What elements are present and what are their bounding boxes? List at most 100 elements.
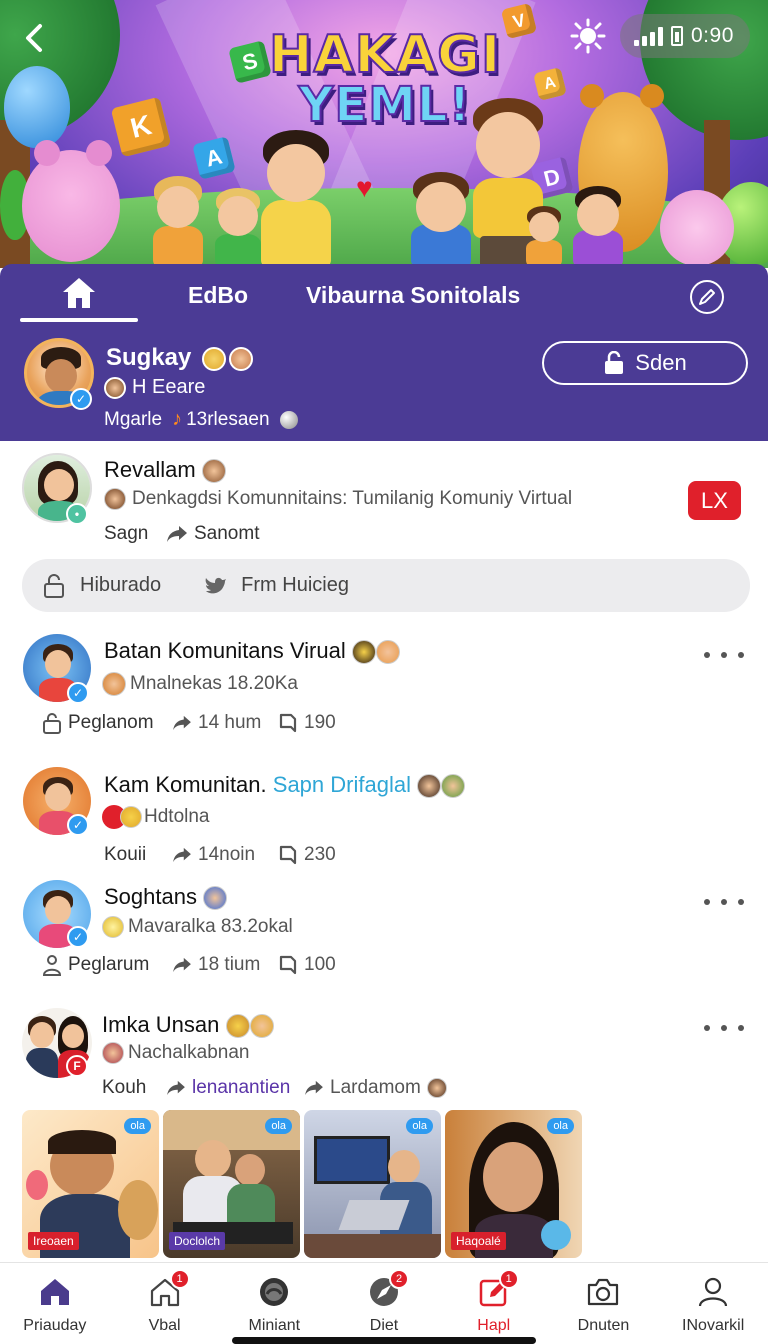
more-options-button[interactable] — [704, 892, 744, 912]
tab-home[interactable] — [20, 264, 138, 322]
action-comments[interactable]: 190 — [278, 712, 336, 734]
live-badge-button[interactable]: LX — [688, 481, 741, 520]
notification-badge: 2 — [389, 1269, 410, 1289]
lock-outline-icon — [44, 573, 64, 598]
compose-button[interactable] — [690, 280, 724, 314]
emoji-avatar — [120, 806, 142, 828]
comment-icon — [279, 955, 297, 975]
online-badge: • — [66, 503, 88, 525]
brightness-icon[interactable] — [570, 18, 606, 54]
profile-action-button[interactable]: Sden — [542, 341, 748, 385]
cartoon-kid — [408, 172, 474, 268]
nav-item-priauday[interactable]: Priauday — [0, 1263, 110, 1344]
tab-edbo[interactable]: EdBo — [188, 282, 248, 309]
more-options-button[interactable] — [704, 645, 744, 665]
profile-subtitle-row: H Eeare — [104, 376, 205, 399]
share-arrow-icon — [167, 526, 187, 542]
person-outline-icon — [42, 955, 62, 976]
flag-badge: F — [66, 1055, 88, 1077]
member-avatar — [441, 774, 466, 799]
nav-item-vbal[interactable]: 1 Vbal — [110, 1263, 220, 1344]
share-arrow-icon — [173, 715, 191, 731]
action-comments[interactable]: 230 — [278, 844, 336, 866]
compass-icon: 2 — [367, 1269, 410, 1309]
post-subtitle: Nachalkabnan — [102, 1042, 249, 1064]
post-title: Batan Komunitans Virual — [104, 638, 400, 665]
media-thumbnail[interactable]: ola Haqoalé — [445, 1110, 582, 1258]
post-highlight-link[interactable]: Sapn Drifaglal — [273, 772, 411, 797]
action-comments[interactable]: 100 — [278, 954, 336, 976]
share-arrow-icon — [173, 957, 191, 973]
status-time: 0:90 — [691, 24, 734, 47]
filter-left-label[interactable]: Hiburado — [80, 574, 161, 597]
back-button[interactable] — [14, 18, 54, 58]
cartoon-kid — [150, 176, 206, 268]
post-title: Kam Komunitan. Sapn Drifaglal — [104, 772, 466, 799]
verified-badge: ✓ — [67, 682, 89, 704]
action-share[interactable]: 14 hum — [172, 712, 261, 734]
pink-bear — [22, 150, 120, 262]
action-label[interactable]: Kouh — [102, 1077, 146, 1099]
member-avatar — [351, 640, 376, 665]
action-share[interactable]: Lardamom — [304, 1077, 447, 1099]
post-subtitle: Mavaralka 83.2okal — [102, 916, 293, 938]
verified-badge: ✓ — [67, 926, 89, 948]
house-outline-icon: 1 — [148, 1269, 190, 1309]
filter-bar: Hiburado Frm Huicieg — [22, 559, 750, 612]
nav-item-hapl[interactable]: 1 Hapl — [439, 1263, 549, 1344]
coin-icon — [102, 916, 124, 938]
notification-badge: 1 — [169, 1269, 190, 1289]
action-share[interactable]: 18 tium — [172, 954, 260, 976]
signal-icon — [634, 26, 663, 46]
tab-bar: EdBo Vibaurna Sonitolals — [0, 264, 768, 326]
profile-name: Sugkay — [106, 344, 253, 372]
nav-item-miniant[interactable]: Miniant — [219, 1263, 329, 1344]
nav-item-diet[interactable]: 2 Diet — [329, 1263, 439, 1344]
lock-icon — [605, 351, 624, 374]
post-action-left[interactable]: Sagn — [104, 523, 148, 545]
camera-icon — [586, 1275, 620, 1309]
tab-vibaurna[interactable]: Vibaurna Sonitolals — [306, 282, 520, 309]
comment-icon — [279, 845, 297, 865]
nav-item-dnuten[interactable]: Dnuten — [549, 1263, 659, 1344]
cartoon-kid — [524, 206, 564, 268]
media-thumbnail[interactable]: ola — [304, 1110, 441, 1258]
media-thumbnail[interactable]: ola Doclolch — [163, 1110, 300, 1258]
nav-item-inovarkil[interactable]: INovarkil — [658, 1263, 768, 1344]
profile-meta-right: 13rlesaen — [186, 408, 270, 430]
share-arrow-icon — [305, 1080, 323, 1096]
home-icon — [63, 278, 95, 308]
verified-badge: ✓ — [67, 814, 89, 836]
emoji-avatar — [225, 1014, 250, 1039]
action-label[interactable]: Kouii — [104, 844, 146, 866]
comment-icon — [279, 713, 297, 733]
post-subtitle: Mnalnekas 18.20Ka — [102, 672, 298, 696]
lock-outline-icon — [43, 713, 61, 734]
media-thumbnail[interactable]: ola Ireoaen — [22, 1110, 159, 1258]
action-share-link[interactable]: lenanantien — [166, 1077, 290, 1099]
mini-avatar — [104, 376, 126, 399]
mini-avatar — [102, 1042, 124, 1064]
share-action[interactable]: Sanomt — [166, 523, 259, 545]
share-arrow-icon — [173, 847, 191, 863]
mini-avatar — [426, 1078, 447, 1098]
filter-right-label[interactable]: Frm Huicieg — [241, 574, 349, 597]
thumbnail-tag: Ireoaen — [28, 1232, 79, 1250]
heart-icon: ♥ — [356, 172, 373, 203]
member-avatar — [417, 774, 442, 799]
action-user[interactable]: Peglarum — [42, 954, 149, 976]
post-title: Soghtans — [104, 884, 228, 911]
member-avatar — [203, 886, 228, 911]
home-indicator — [232, 1337, 536, 1344]
action-lock[interactable]: Peglanom — [42, 712, 154, 734]
chevron-left-icon — [26, 24, 42, 52]
more-options-button[interactable] — [704, 1018, 744, 1038]
balloon-blue — [4, 66, 70, 148]
action-share[interactable]: 14noin — [172, 844, 255, 866]
member-avatar — [376, 640, 400, 665]
cartoon-kid — [256, 130, 336, 268]
post-author: Revallam — [104, 457, 226, 484]
letter-cube: A — [533, 67, 567, 101]
globe-dot-icon — [279, 410, 298, 429]
share-arrow-icon — [167, 1080, 185, 1096]
